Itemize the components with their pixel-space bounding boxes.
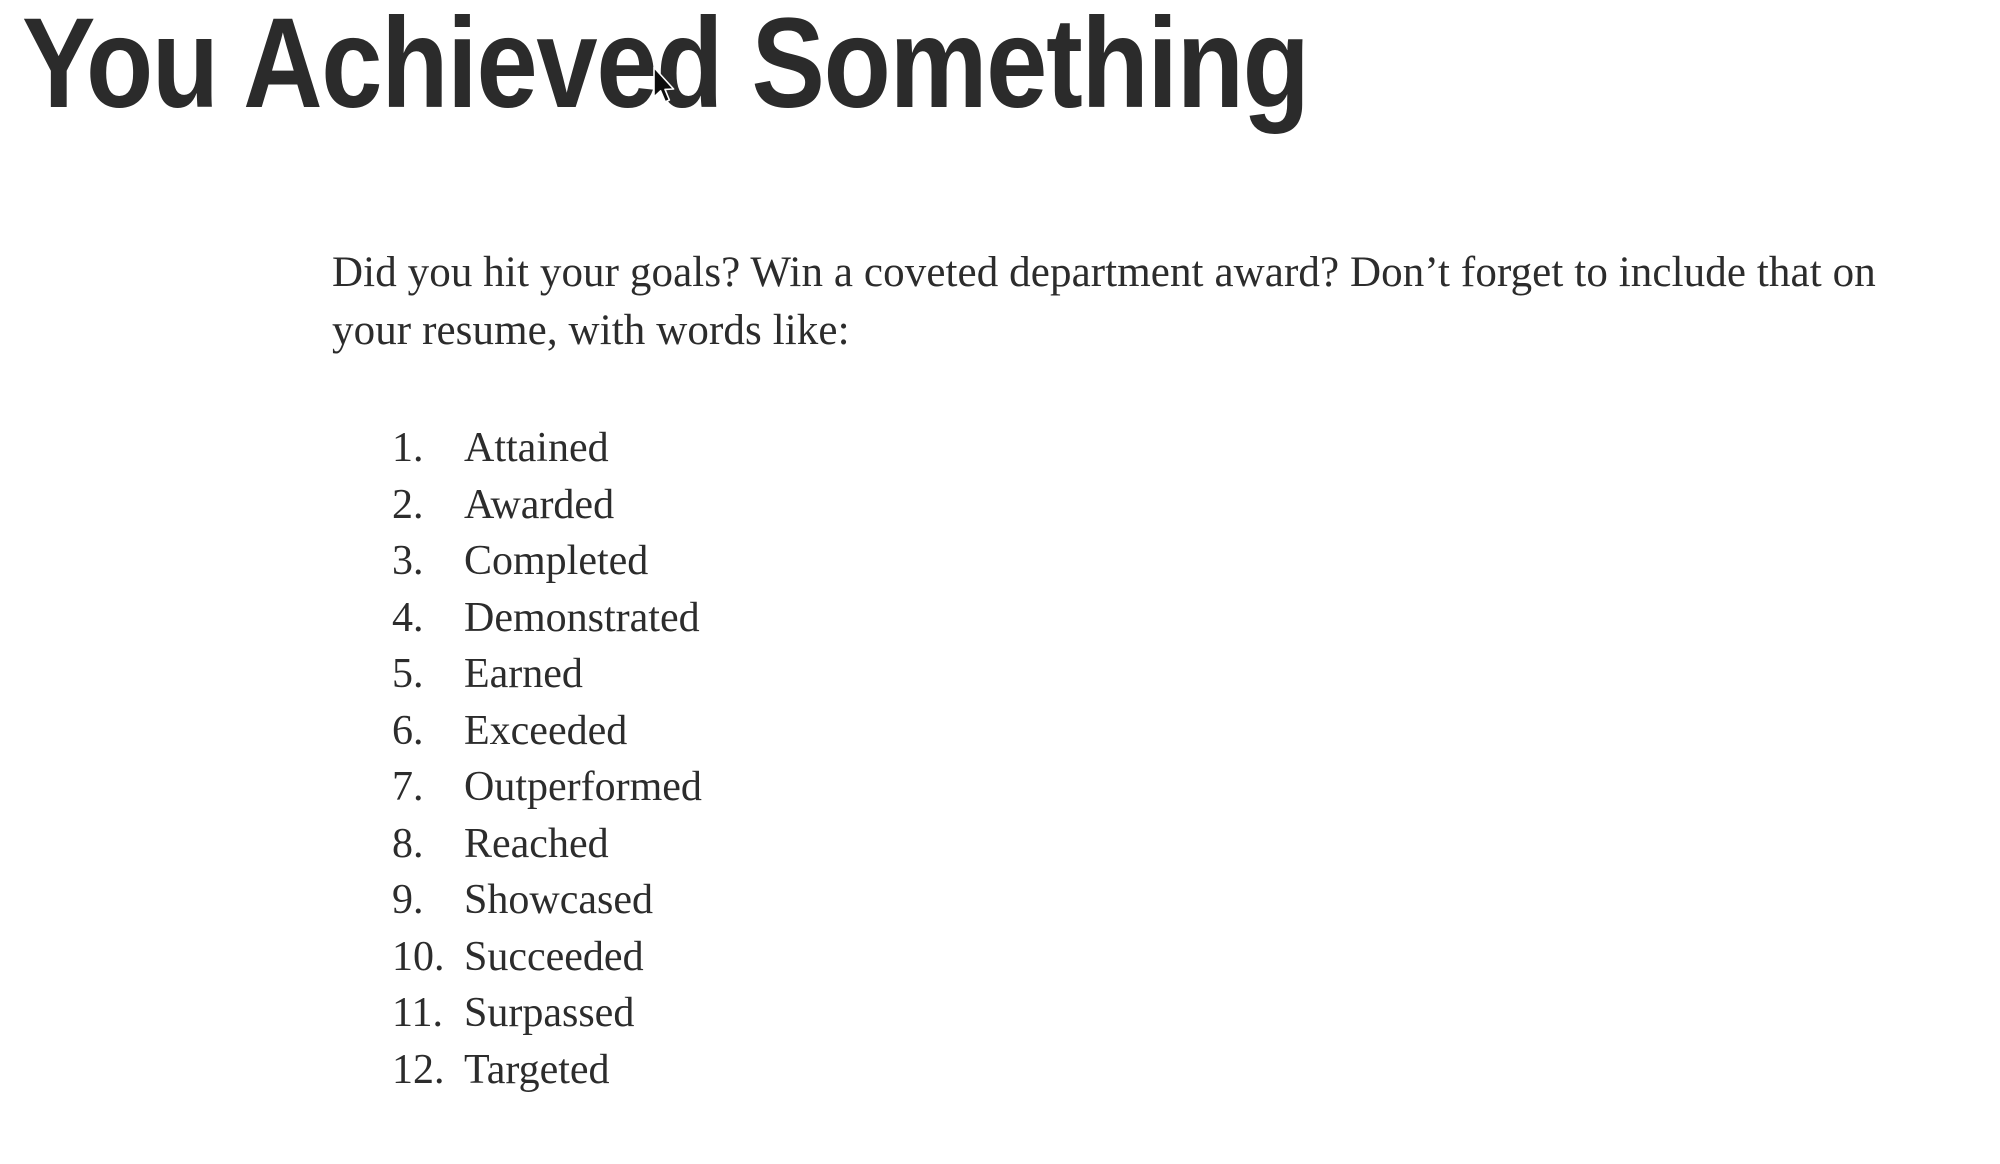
list-item-label: Targeted	[464, 1046, 610, 1093]
list-item-number: 7.	[392, 764, 424, 810]
list-item-number: 10.	[392, 933, 445, 980]
list-item: 3. Completed	[392, 533, 702, 590]
page-title: You Achieved Something	[22, 0, 1310, 135]
list-item-number: 3.	[392, 538, 424, 584]
intro-block: Did you hit your goals? Win a coveted de…	[332, 244, 1902, 360]
list-item-label: Outperformed	[464, 764, 702, 810]
list-item: 9. Showcased	[392, 872, 702, 929]
list-item-number: 4.	[392, 594, 424, 641]
list-item: 12. Targeted	[392, 1042, 702, 1099]
list-item-number: 8.	[392, 820, 424, 867]
list-item: 4. Demonstrated	[392, 590, 702, 647]
list-item: 11. Surpassed	[392, 985, 702, 1042]
list-item: 10. Succeeded	[392, 929, 702, 986]
list-item-label: Surpassed	[464, 990, 635, 1036]
list-item-label: Earned	[464, 651, 583, 697]
list-item: 5. Earned	[392, 646, 702, 703]
list-item-number: 12.	[392, 1046, 445, 1093]
list-item-number: 5.	[392, 651, 424, 697]
list-item: 2. Awarded	[392, 477, 702, 534]
list-item-label: Attained	[464, 425, 609, 471]
list-item: 1. Attained	[392, 420, 702, 477]
achievement-word-list: 1. Attained 2. Awarded 3. Completed 4. Demonstr…	[392, 420, 702, 1098]
document-page: You Achieved Something Did you hit your …	[0, 0, 2000, 1164]
list-item-label: Showcased	[464, 877, 653, 923]
list-item-number: 2.	[392, 481, 424, 528]
list-item-label: Succeeded	[464, 933, 644, 980]
list-item: 7. Outperformed	[392, 759, 702, 816]
list-item-number: 1.	[392, 425, 424, 471]
list-item-label: Exceeded	[464, 707, 628, 754]
list-item-number: 6.	[392, 707, 424, 754]
list-item-label: Reached	[464, 820, 609, 867]
list-item-number: 11.	[392, 990, 443, 1036]
intro-paragraph: Did you hit your goals? Win a coveted de…	[332, 249, 1876, 354]
list-item-label: Demonstrated	[464, 594, 700, 641]
list-item: 8. Reached	[392, 816, 702, 873]
list-item: 6. Exceeded	[392, 703, 702, 760]
list-item-number: 9.	[392, 877, 424, 923]
list-item-label: Awarded	[464, 481, 615, 528]
list-item-label: Completed	[464, 538, 649, 584]
